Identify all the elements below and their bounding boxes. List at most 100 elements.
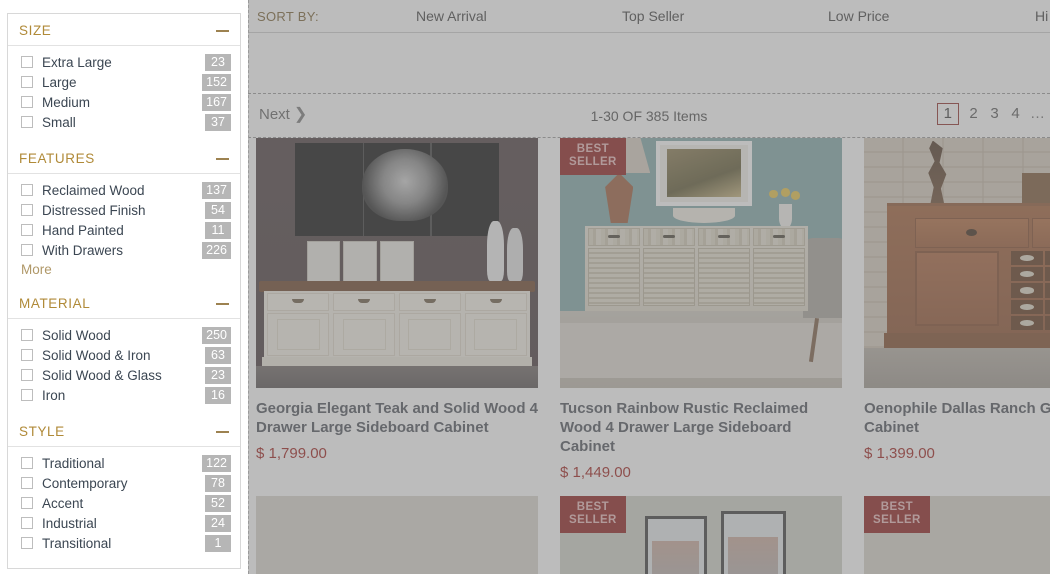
product-card[interactable] xyxy=(256,496,538,574)
option-list: Extra Large 23 Large 152 Medium 167 Smal… xyxy=(8,46,240,142)
product-row: Georgia Elegant Teak and Solid Wood 4 Dr… xyxy=(248,138,1050,496)
sidebar-divider xyxy=(248,0,249,574)
page-number-list: 1 2 3 4 … xyxy=(936,103,1046,125)
checkbox-icon[interactable] xyxy=(21,389,33,401)
option-label: Reclaimed Wood xyxy=(42,182,145,198)
section-title: SIZE xyxy=(19,23,52,38)
badge-line-1: BEST xyxy=(880,501,914,513)
checkbox-icon[interactable] xyxy=(21,349,33,361)
filter-option-iron[interactable]: Iron 16 xyxy=(8,385,240,405)
option-count: 226 xyxy=(202,241,231,259)
option-count: 137 xyxy=(202,181,231,199)
section-header-size[interactable]: SIZE xyxy=(8,14,240,46)
filter-option-contemporary[interactable]: Contemporary 78 xyxy=(8,473,240,493)
checkbox-icon[interactable] xyxy=(21,477,33,489)
product-image[interactable]: BEST SELLER xyxy=(864,496,1050,574)
checkbox-icon[interactable] xyxy=(21,184,33,196)
filter-section-features: FEATURES Reclaimed Wood 137 Distressed F… xyxy=(8,142,240,287)
page-number-ellipsis[interactable]: … xyxy=(1030,103,1046,125)
filter-option-reclaimed-wood[interactable]: Reclaimed Wood 137 xyxy=(8,180,240,200)
product-card[interactable]: BEST SELLER xyxy=(864,496,1050,574)
product-image[interactable] xyxy=(256,496,538,574)
filter-option-hand-painted[interactable]: Hand Painted 11 xyxy=(8,220,240,240)
product-price: $ 1,799.00 xyxy=(256,445,327,462)
checkbox-icon[interactable] xyxy=(21,457,33,469)
checkbox-icon[interactable] xyxy=(21,224,33,236)
filter-panel: SIZE Extra Large 23 Large 152 Medium 167… xyxy=(7,13,241,569)
product-image[interactable]: BEST SELLER xyxy=(560,138,842,388)
option-label: Transitional xyxy=(42,535,112,551)
checkbox-icon[interactable] xyxy=(21,329,33,341)
section-header-style[interactable]: STYLE xyxy=(8,415,240,447)
checkbox-icon[interactable] xyxy=(21,517,33,529)
filter-option-large[interactable]: Large 152 xyxy=(8,72,240,92)
minus-icon[interactable] xyxy=(216,425,229,438)
sort-option-high-price[interactable]: Hi xyxy=(1035,8,1048,24)
filter-option-traditional[interactable]: Traditional 122 xyxy=(8,453,240,473)
page-number-1[interactable]: 1 xyxy=(936,103,959,125)
checkbox-icon[interactable] xyxy=(21,497,33,509)
filter-option-accent[interactable]: Accent 52 xyxy=(8,493,240,513)
option-count: 250 xyxy=(202,326,231,344)
option-label: Iron xyxy=(42,387,66,403)
badge-line-2: SELLER xyxy=(569,156,617,168)
option-count: 24 xyxy=(205,514,231,532)
badge-line-2: SELLER xyxy=(569,514,617,526)
minus-icon[interactable] xyxy=(216,152,229,165)
checkbox-icon[interactable] xyxy=(21,244,33,256)
product-grid: Georgia Elegant Teak and Solid Wood 4 Dr… xyxy=(248,138,1050,574)
pagination-bar: Next ❯ 1-30 OF 385 Items 1 2 3 4 … xyxy=(248,93,1050,138)
option-label: Extra Large xyxy=(42,54,112,70)
product-image[interactable]: BEST SELLER xyxy=(560,496,842,574)
filter-option-with-drawers[interactable]: With Drawers 226 xyxy=(8,240,240,260)
filter-option-distressed-finish[interactable]: Distressed Finish 54 xyxy=(8,200,240,220)
checkbox-icon[interactable] xyxy=(21,76,33,88)
show-more-features-link[interactable]: More xyxy=(8,260,240,277)
option-label: Solid Wood & Iron xyxy=(42,347,151,363)
product-card[interactable]: Georgia Elegant Teak and Solid Wood 4 Dr… xyxy=(256,138,538,462)
page-number-2[interactable]: 2 xyxy=(967,103,980,125)
sort-by-label: SORT BY: xyxy=(257,8,319,24)
sort-bar: SORT BY: New Arrival Top Seller Low Pric… xyxy=(248,0,1050,33)
filter-option-small[interactable]: Small 37 xyxy=(8,112,240,132)
checkbox-icon[interactable] xyxy=(21,537,33,549)
filter-option-transitional[interactable]: Transitional 1 xyxy=(8,533,240,553)
option-list: Reclaimed Wood 137 Distressed Finish 54 … xyxy=(8,174,240,287)
option-count: 152 xyxy=(202,73,231,91)
product-title[interactable]: Georgia Elegant Teak and Solid Wood 4 Dr… xyxy=(256,399,546,437)
checkbox-icon[interactable] xyxy=(21,56,33,68)
filter-option-industrial[interactable]: Industrial 24 xyxy=(8,513,240,533)
product-listing-page: SORT BY: New Arrival Top Seller Low Pric… xyxy=(0,0,1050,574)
product-card[interactable]: BEST SELLER xyxy=(560,496,842,574)
filter-option-medium[interactable]: Medium 167 xyxy=(8,92,240,112)
minus-icon[interactable] xyxy=(216,297,229,310)
minus-icon[interactable] xyxy=(216,24,229,37)
sort-option-low-price[interactable]: Low Price xyxy=(828,8,889,24)
sort-option-top-seller[interactable]: Top Seller xyxy=(622,8,684,24)
option-count: 122 xyxy=(202,454,231,472)
section-header-material[interactable]: MATERIAL xyxy=(8,287,240,319)
checkbox-icon[interactable] xyxy=(21,204,33,216)
page-number-4[interactable]: 4 xyxy=(1009,103,1022,125)
section-header-features[interactable]: FEATURES xyxy=(8,142,240,174)
filter-section-style: STYLE Traditional 122 Contemporary 78 Ac… xyxy=(8,415,240,563)
option-label: Contemporary xyxy=(42,475,128,491)
product-image[interactable] xyxy=(256,138,538,388)
product-title[interactable]: Oenophile Dallas Ranch Grand Wine Bar Ca… xyxy=(864,399,1050,437)
page-number-3[interactable]: 3 xyxy=(988,103,1001,125)
checkbox-icon[interactable] xyxy=(21,96,33,108)
option-label: Industrial xyxy=(42,515,97,531)
option-count: 54 xyxy=(205,201,231,219)
product-card[interactable]: Oenophile Dallas Ranch Grand Wine Bar Ca… xyxy=(864,138,1050,462)
product-image[interactable] xyxy=(864,138,1050,388)
product-title[interactable]: Tucson Rainbow Rustic Reclaimed Wood 4 D… xyxy=(560,399,850,456)
filter-option-extra-large[interactable]: Extra Large 23 xyxy=(8,52,240,72)
filter-option-solid-wood-and-iron[interactable]: Solid Wood & Iron 63 xyxy=(8,345,240,365)
filter-option-solid-wood-and-glass[interactable]: Solid Wood & Glass 23 xyxy=(8,365,240,385)
sort-option-new-arrival[interactable]: New Arrival xyxy=(416,8,487,24)
checkbox-icon[interactable] xyxy=(21,369,33,381)
checkbox-icon[interactable] xyxy=(21,116,33,128)
badge-line-2: SELLER xyxy=(873,514,921,526)
filter-option-solid-wood[interactable]: Solid Wood 250 xyxy=(8,325,240,345)
product-card[interactable]: BEST SELLER xyxy=(560,138,842,481)
